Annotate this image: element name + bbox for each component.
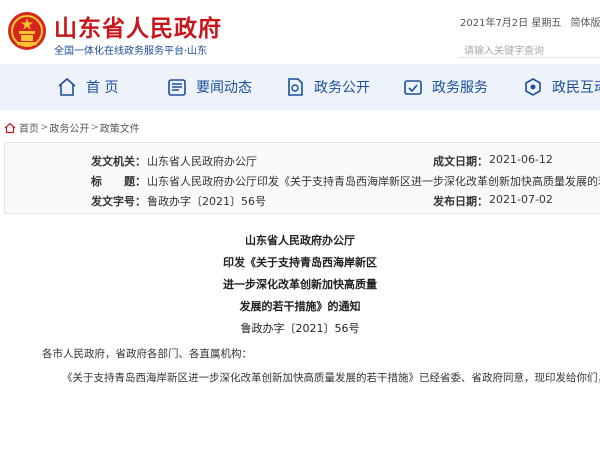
nav-item-news[interactable]: 要闻动态: [166, 74, 252, 100]
nav-item-label: 政务公开: [314, 80, 370, 96]
issuer-label: 发文机关：: [91, 155, 146, 168]
doc-heading-line-2: 印发《关于支持青岛西海岸新区: [223, 256, 377, 269]
current-date: 2021年7月2日 星期五: [460, 18, 562, 29]
handshake-icon: [404, 80, 422, 95]
main-nav: 首 页 要闻动态 政务公开 政务服务 政民互动: [0, 64, 600, 110]
nav-item-label: 首 页: [86, 80, 119, 96]
docno-value: 鲁政办字〔2021〕56号: [147, 195, 266, 208]
doc-number: 鲁政办字〔2021〕56号: [240, 322, 360, 335]
nav-item-interaction[interactable]: 政民互动: [522, 74, 600, 100]
doc-heading-line-4: 发展的若干措施》的通知: [239, 300, 361, 313]
breadcrumb-home[interactable]: 首页: [19, 120, 39, 135]
breadcrumb: 首页 > 政务公开 > 政策文件: [4, 120, 140, 135]
national-emblem-icon[interactable]: [6, 10, 48, 52]
home-icon: [58, 77, 76, 96]
document-icon: [288, 78, 303, 96]
nav-item-home[interactable]: 首 页: [56, 74, 118, 100]
simplified-link[interactable]: 简体版: [571, 18, 600, 29]
news-icon: [168, 79, 186, 96]
breadcrumb-gov-affairs[interactable]: 政务公开: [49, 120, 89, 135]
created-date-value: 2021-06-12: [489, 153, 553, 166]
title-label: 标 题：: [91, 175, 146, 188]
doc-heading-line-3: 进一步深化改革创新加快高质量: [223, 278, 377, 291]
meta-row-title: 标 题： 山东省人民政府办公厅印发《关于支持青岛西海岸新区进一步深化改革创新加快…: [5, 173, 600, 193]
site-subtitle: 全国一体化在线政务服务平台·山东: [54, 46, 208, 57]
nav-item-gov-affairs[interactable]: 政务公开: [284, 74, 370, 100]
top-bar: 2021年7月2日 星期五 简体版 手机: [460, 14, 600, 29]
doc-body-paragraph: 《关于支持青岛西海岸新区进一步深化改革创新加快高质量发展的若干措施》已经省委、省…: [62, 372, 600, 384]
search-input[interactable]: 请输入关键字查询: [458, 38, 600, 58]
breadcrumb-policy-docs[interactable]: 政策文件: [100, 120, 140, 135]
breadcrumb-separator: >: [40, 122, 49, 133]
nav-item-gov-services[interactable]: 政务服务: [402, 74, 488, 100]
document-metadata: 发文机关： 山东省人民政府办公厅 成文日期： 2021-06-12 标 题： 山…: [4, 142, 600, 214]
created-date-label: 成文日期：: [433, 155, 488, 168]
site-header: 山东省人民政府 全国一体化在线政务服务平台·山东 2021年7月2日 星期五 简…: [0, 0, 600, 64]
issuer-value: 山东省人民政府办公厅: [147, 155, 257, 168]
docno-label: 发文字号：: [91, 195, 146, 208]
doc-heading-line-1: 山东省人民政府办公厅: [245, 234, 355, 247]
doc-salutation: 各市人民政府，省政府各部门、各直属机构：: [42, 348, 252, 360]
title-value: 山东省人民政府办公厅印发《关于支持青岛西海岸新区进一步深化改革创新加快高质量发展…: [147, 175, 600, 188]
nav-item-label: 政民互动: [552, 80, 600, 96]
nav-item-label: 要闻动态: [196, 80, 252, 96]
interaction-icon: [525, 78, 541, 96]
published-date-label: 发布日期：: [433, 195, 488, 208]
site-title[interactable]: 山东省人民政府: [54, 9, 222, 43]
breadcrumb-separator: >: [90, 122, 99, 133]
nav-item-label: 政务服务: [432, 80, 488, 96]
home-icon: [4, 122, 16, 133]
published-date-value: 2021-07-02: [489, 193, 553, 206]
